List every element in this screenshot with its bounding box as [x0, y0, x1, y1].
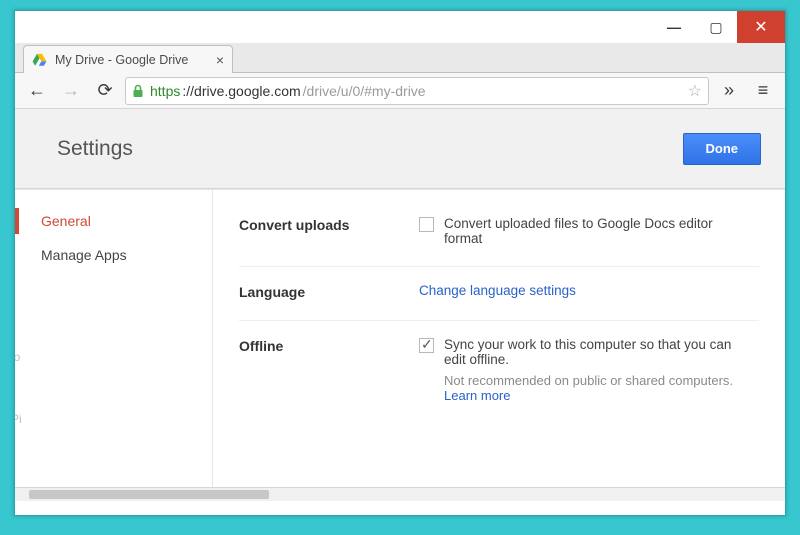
tab-close-icon[interactable]: ×: [216, 52, 224, 68]
settings-body: General Manage Apps lo Pi Convert upload…: [15, 189, 785, 487]
setting-label: Offline: [239, 337, 419, 354]
sidebar-item-label: Manage Apps: [41, 247, 127, 263]
setting-row-convert-uploads: Convert uploads Convert uploaded files t…: [239, 212, 759, 267]
horizontal-scrollbar[interactable]: [15, 487, 785, 501]
sidebar-item-label: General: [41, 213, 91, 229]
offline-sync-note: Not recommended on public or shared comp…: [444, 373, 754, 403]
sidebar-item-manage-apps[interactable]: Manage Apps: [15, 238, 212, 272]
convert-uploads-text: Convert uploaded files to Google Docs ed…: [444, 216, 744, 246]
nav-forward-button[interactable]: →: [57, 77, 85, 105]
background-truncated-text: Pi: [15, 412, 22, 426]
overflow-chevron-button[interactable]: »: [715, 77, 743, 105]
setting-row-language: Language Change language settings: [239, 267, 759, 321]
scrollbar-thumb[interactable]: [29, 490, 269, 499]
close-icon: ✕: [754, 17, 767, 37]
lock-icon: [132, 84, 144, 98]
page-viewport: Settings Done General Manage Apps lo Pi …: [15, 109, 785, 501]
tab-title: My Drive - Google Drive: [55, 53, 188, 67]
tab-strip: My Drive - Google Drive ×: [15, 43, 785, 73]
maximize-icon: ▢: [709, 19, 722, 36]
done-button[interactable]: Done: [683, 133, 762, 165]
setting-label: Convert uploads: [239, 216, 419, 233]
setting-label: Language: [239, 283, 419, 300]
arrow-right-icon: →: [62, 80, 80, 101]
chevron-right-icon: »: [724, 80, 734, 101]
browser-tab[interactable]: My Drive - Google Drive ×: [23, 45, 233, 73]
learn-more-link[interactable]: Learn more: [444, 388, 510, 403]
offline-sync-checkbox[interactable]: [419, 338, 434, 353]
address-bar[interactable]: https ://drive.google.com /drive/u/0/#my…: [125, 77, 709, 105]
background-truncated-text: lo: [15, 350, 20, 364]
browser-toolbar: ← → ⟳ https ://drive.google.com /drive/u…: [15, 73, 785, 109]
settings-sidebar: General Manage Apps lo Pi: [15, 190, 213, 487]
change-language-link[interactable]: Change language settings: [419, 283, 576, 298]
drive-favicon-icon: [32, 52, 47, 67]
convert-uploads-checkbox[interactable]: [419, 217, 434, 232]
settings-header: Settings Done: [15, 109, 785, 189]
minimize-icon: —: [667, 19, 681, 35]
reload-icon: ⟳: [97, 80, 112, 101]
window-close-button[interactable]: ✕: [737, 11, 785, 43]
page-title: Settings: [57, 137, 133, 161]
settings-content: Convert uploads Convert uploaded files t…: [213, 190, 785, 487]
nav-reload-button[interactable]: ⟳: [91, 77, 119, 105]
offline-sync-text: Sync your work to this computer so that …: [444, 337, 754, 367]
hamburger-icon: ≡: [758, 80, 769, 101]
window-maximize-button[interactable]: ▢: [695, 11, 737, 43]
url-scheme: https: [150, 83, 180, 99]
browser-menu-button[interactable]: ≡: [749, 77, 777, 105]
window-titlebar: — ▢ ✕: [15, 11, 785, 43]
sidebar-item-general[interactable]: General: [15, 204, 212, 238]
setting-row-offline: Offline Sync your work to this computer …: [239, 321, 759, 423]
url-path: /drive/u/0/#my-drive: [303, 83, 426, 99]
url-domain: ://drive.google.com: [182, 83, 300, 99]
nav-back-button[interactable]: ←: [23, 77, 51, 105]
bookmark-star-icon[interactable]: ☆: [688, 81, 702, 101]
window-minimize-button[interactable]: —: [653, 11, 695, 43]
offline-note-prefix: Not recommended on public or shared comp…: [444, 373, 733, 388]
browser-window: — ▢ ✕ My Drive - Google Drive × ←: [14, 10, 786, 516]
arrow-left-icon: ←: [28, 80, 46, 101]
